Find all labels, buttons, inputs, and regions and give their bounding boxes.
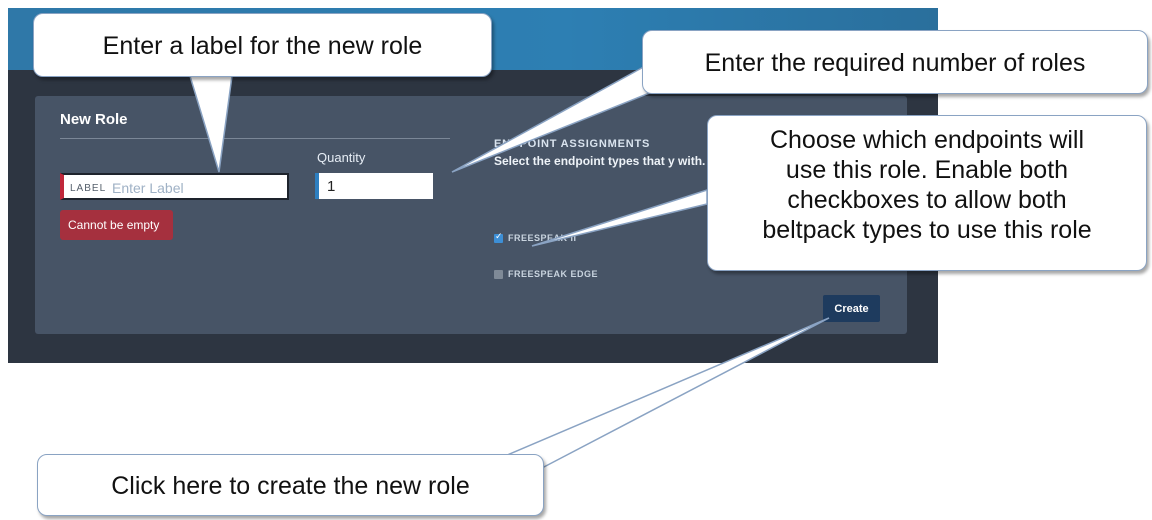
create-callout: Click here to create the new role (37, 454, 544, 516)
title-divider (60, 138, 450, 139)
quantity-label: Quantity (317, 150, 366, 165)
label-error-message: Cannot be empty (60, 210, 173, 240)
endpoint-assignments-heading: ENDPOINT ASSIGNMENTS (494, 138, 651, 150)
panel-title: New Role (60, 111, 128, 128)
freespeak-edge-label: FREESPEAK EDGE (508, 269, 599, 279)
freespeak-edge-checkbox[interactable] (494, 270, 503, 279)
quantity-callout: Enter the required number of roles (642, 30, 1148, 94)
endpoints-callout-line: beltpack types to use this role (762, 216, 1092, 244)
label-field-tag: LABEL (70, 183, 107, 194)
quantity-input[interactable] (325, 176, 429, 196)
endpoints-callout-line: checkboxes to allow both (787, 186, 1067, 214)
create-button[interactable]: Create (823, 295, 880, 322)
label-field[interactable]: LABEL (60, 173, 289, 200)
quantity-field[interactable] (315, 173, 433, 199)
freespeak-ii-label: FREESPEAK II (508, 233, 577, 243)
label-callout: Enter a label for the new role (33, 13, 492, 77)
label-input[interactable] (110, 178, 284, 198)
endpoints-callout-line: use this role. Enable both (785, 156, 1069, 184)
freespeak-ii-checkbox[interactable] (494, 232, 503, 243)
endpoint-assignments-description: Select the endpoint types that y with. (494, 154, 706, 168)
endpoints-callout-line: Choose which endpoints will (769, 126, 1085, 154)
endpoints-callout: Choose which endpoints will use this rol… (707, 115, 1147, 271)
